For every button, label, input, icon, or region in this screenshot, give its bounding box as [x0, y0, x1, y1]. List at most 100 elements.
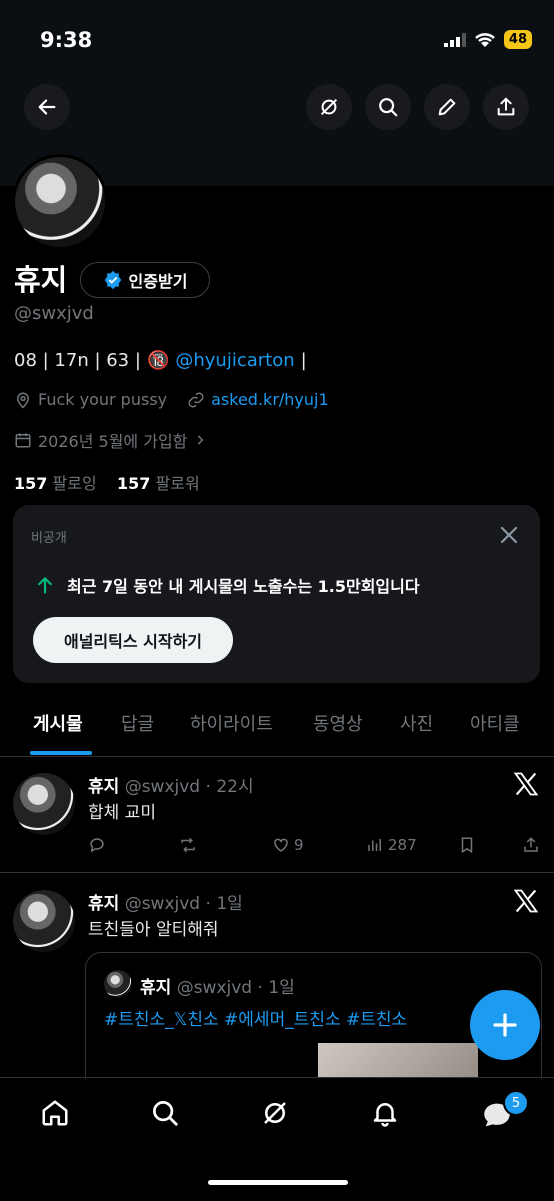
get-verified-button[interactable]: 인증받기: [80, 262, 210, 298]
location-website-row: Fuck your pussy asked.kr/hyuj1: [14, 390, 329, 409]
compose-post-button[interactable]: [470, 990, 540, 1060]
views-button[interactable]: 287: [366, 836, 417, 854]
calendar-icon: [15, 433, 31, 448]
battery-indicator: 48: [503, 30, 532, 49]
profile-avatar[interactable]: [12, 154, 108, 250]
start-analytics-button[interactable]: 애널리틱스 시작하기: [33, 617, 233, 663]
status-time: 9:38: [40, 28, 93, 52]
post-header: 휴지 @swxjvd · 22시: [88, 777, 254, 797]
quoted-header: 휴지 @swxjvd · 1일: [140, 978, 295, 998]
followers-stat[interactable]: 157 팔로워: [117, 474, 200, 493]
post-author-name[interactable]: 휴지: [88, 894, 119, 914]
post-author-name[interactable]: 휴지: [88, 777, 119, 797]
grok-button[interactable]: [306, 84, 352, 130]
website-link[interactable]: asked.kr/hyuj1: [211, 390, 329, 409]
tab-highlights[interactable]: 하이라이트: [190, 700, 273, 736]
views-chart-icon: [368, 839, 381, 851]
location-pin-icon: [16, 392, 30, 409]
bio-suffix: |: [300, 350, 307, 371]
post-text: 합체 교미: [88, 803, 156, 823]
link-icon: [188, 392, 204, 407]
tab-articles[interactable]: 아티클: [470, 700, 520, 736]
tab-photos[interactable]: 사진: [400, 700, 433, 736]
follow-stats: 157 팔로잉 157 팔로워: [14, 470, 200, 494]
edit-button[interactable]: [424, 84, 470, 130]
location-text: Fuck your pussy: [38, 390, 168, 409]
card-title: 비공개: [31, 531, 67, 546]
chevron-right-icon: [198, 435, 204, 445]
followers-count: 157: [117, 474, 151, 493]
back-arrow-icon: [38, 99, 56, 115]
analytics-summary: 최근 7일 동안 내 게시물의 노출수는 1.5만회입니다: [35, 573, 420, 597]
following-count: 157: [14, 474, 48, 493]
post-avatar[interactable]: [13, 890, 75, 952]
quoted-time: 1일: [268, 978, 295, 998]
heart-icon: [274, 838, 288, 852]
reply-icon: [90, 838, 104, 853]
post-author-handle: @swxjvd: [124, 894, 201, 914]
post-time: 22시: [216, 777, 254, 797]
plus-icon: [493, 1013, 517, 1037]
view-count: 287: [388, 836, 417, 854]
get-verified-label: 인증받기: [128, 272, 188, 291]
edit-icon: [438, 98, 456, 116]
grok-icon: [320, 98, 338, 116]
tab-posts[interactable]: 게시물: [33, 700, 83, 736]
profile-bio: 08 | 17n | 63 | 🔞 @hyujicarton |: [14, 350, 307, 371]
grok-icon[interactable]: [260, 1098, 290, 1128]
wifi-icon: [475, 32, 495, 47]
bookmark-button[interactable]: [458, 836, 476, 858]
quoted-hashtags[interactable]: #트친소_𝕏친소 #에세머_트친소 #트친소: [104, 1005, 407, 1030]
share-icon: [524, 837, 538, 852]
close-icon[interactable]: [497, 523, 521, 547]
post-header: 휴지 @swxjvd · 1일: [88, 894, 243, 914]
share-button[interactable]: [483, 84, 529, 130]
back-button[interactable]: [24, 84, 70, 130]
post-author-handle: @swxjvd: [124, 777, 201, 797]
x-logo-icon: [513, 772, 539, 796]
following-label: 팔로잉: [52, 474, 97, 493]
signal-icon: [443, 32, 466, 47]
tab-replies[interactable]: 답글: [121, 700, 154, 736]
quoted-author-handle: @swxjvd: [176, 978, 253, 998]
joined-text: 2026년 5월에 가입함: [38, 432, 188, 451]
bio-emoji: 🔞: [146, 350, 170, 371]
home-indicator: [208, 1180, 348, 1185]
messages-badge: 5: [503, 1090, 529, 1116]
tab-videos[interactable]: 동영상: [313, 700, 363, 736]
reply-button[interactable]: [88, 836, 106, 858]
post-time: 1일: [216, 894, 243, 914]
bio-text: 08 | 17n | 63 |: [14, 350, 141, 371]
profile-name: 휴지: [14, 263, 68, 297]
joined-row[interactable]: 2026년 5월에 가입함: [14, 428, 207, 452]
repost-button[interactable]: [178, 836, 198, 858]
arrow-up-icon: [38, 577, 52, 594]
profile-tabs: 게시물 답글 하이라이트 동영상 사진 아티클: [0, 700, 554, 757]
like-button[interactable]: 9: [272, 836, 304, 854]
search-button[interactable]: [365, 84, 411, 130]
search-icon[interactable]: [150, 1098, 180, 1128]
quoted-author-name: 휴지: [140, 978, 172, 998]
x-logo-icon: [513, 889, 539, 913]
profile-handle: @swxjvd: [14, 303, 94, 324]
bio-mention-link[interactable]: @hyujicarton: [175, 350, 294, 371]
quoted-avatar: [104, 970, 132, 998]
followers-label: 팔로워: [155, 474, 200, 493]
share-icon: [497, 97, 515, 116]
post-divider: [0, 872, 554, 873]
active-tab-indicator: [30, 751, 92, 755]
post-avatar[interactable]: [13, 773, 75, 835]
analytics-card: 비공개 최근 7일 동안 내 게시물의 노출수는 1.5만회입니다 애널리틱스 …: [13, 505, 540, 683]
home-icon[interactable]: [40, 1098, 70, 1128]
repost-icon: [181, 837, 195, 853]
search-icon: [379, 98, 398, 117]
analytics-text: 최근 7일 동안 내 게시물의 노출수는 1.5만회입니다: [67, 577, 420, 596]
notifications-bell-icon[interactable]: [370, 1098, 400, 1128]
like-count: 9: [294, 836, 304, 854]
share-post-button[interactable]: [522, 836, 540, 858]
status-icons: 48: [443, 30, 532, 49]
post-text: 트친들아 알티해줘: [88, 920, 219, 940]
following-stat[interactable]: 157 팔로잉: [14, 474, 97, 493]
verified-badge-icon: [104, 270, 121, 290]
bookmark-icon: [461, 837, 473, 854]
